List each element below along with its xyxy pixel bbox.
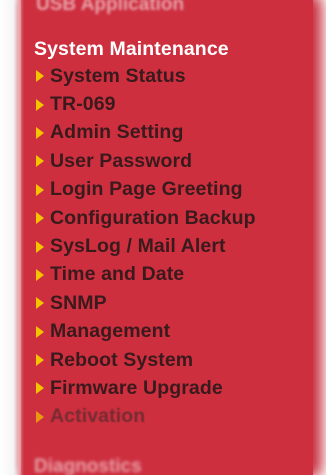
sidebar-item-label: SysLog / Mail Alert: [50, 235, 226, 258]
arrow-right-icon: [36, 98, 44, 111]
arrow-right-icon: [36, 70, 44, 83]
sidebar-item-login-page-greeting[interactable]: Login Page Greeting: [36, 176, 256, 204]
sidebar-item-label: Login Page Greeting: [50, 178, 243, 201]
sidebar-item-user-password[interactable]: User Password: [36, 147, 256, 175]
sidebar-item-label: Configuration Backup: [50, 206, 256, 229]
sidebar-item-syslog-mail-alert[interactable]: SysLog / Mail Alert: [36, 232, 256, 260]
sidebar-item-label: Time and Date: [50, 263, 185, 286]
sidebar-section-diagnostics[interactable]: Diagnostics: [34, 456, 142, 475]
arrow-right-icon: [36, 354, 44, 367]
sidebar-item-firmware-upgrade[interactable]: Firmware Upgrade: [36, 374, 256, 402]
sidebar-item-tr-069[interactable]: TR-069: [36, 90, 256, 118]
sidebar-item-label: User Password: [50, 149, 193, 172]
arrow-right-icon: [36, 183, 44, 196]
sidebar-item-configuration-backup[interactable]: Configuration Backup: [36, 204, 256, 232]
sidebar-item-label: Admin Setting: [50, 121, 184, 144]
sidebar-item-time-and-date[interactable]: Time and Date: [36, 261, 256, 289]
sidebar-item-label: Management: [50, 320, 171, 343]
sidebar-item-activation[interactable]: Activation: [36, 403, 256, 431]
sidebar-item-admin-setting[interactable]: Admin Setting: [36, 119, 256, 147]
sidebar-item-system-status[interactable]: System Status: [36, 62, 256, 90]
sidebar-item-label: System Status: [50, 64, 186, 87]
arrow-right-icon: [36, 212, 44, 225]
sidebar-item-label: TR-069: [50, 93, 116, 116]
arrow-right-icon: [36, 126, 44, 139]
arrow-right-icon: [36, 268, 44, 281]
arrow-right-icon: [36, 155, 44, 168]
sidebar-section-system-maintenance[interactable]: System Maintenance: [34, 38, 229, 61]
sidebar-item-label: Activation: [50, 405, 146, 428]
sidebar-item-label: SNMP: [50, 291, 107, 314]
arrow-right-icon: [36, 325, 44, 338]
arrow-right-icon: [36, 240, 44, 253]
arrow-right-icon: [36, 297, 44, 310]
sidebar-item-label: Reboot System: [50, 348, 194, 371]
system-maintenance-submenu: System Status TR-069 Admin Setting User …: [36, 62, 256, 431]
arrow-right-icon: [36, 382, 44, 395]
sidebar-menu-screenshot: USB Application System Maintenance Syste…: [0, 0, 326, 475]
sidebar-item-snmp[interactable]: SNMP: [36, 289, 256, 317]
sidebar-section-usb-application[interactable]: USB Application: [36, 0, 184, 16]
sidebar-panel-edge: [0, 0, 24, 475]
sidebar-item-label: Firmware Upgrade: [50, 376, 223, 399]
sidebar-item-reboot-system[interactable]: Reboot System: [36, 346, 256, 374]
sidebar-item-management[interactable]: Management: [36, 318, 256, 346]
arrow-right-icon: [36, 410, 44, 423]
